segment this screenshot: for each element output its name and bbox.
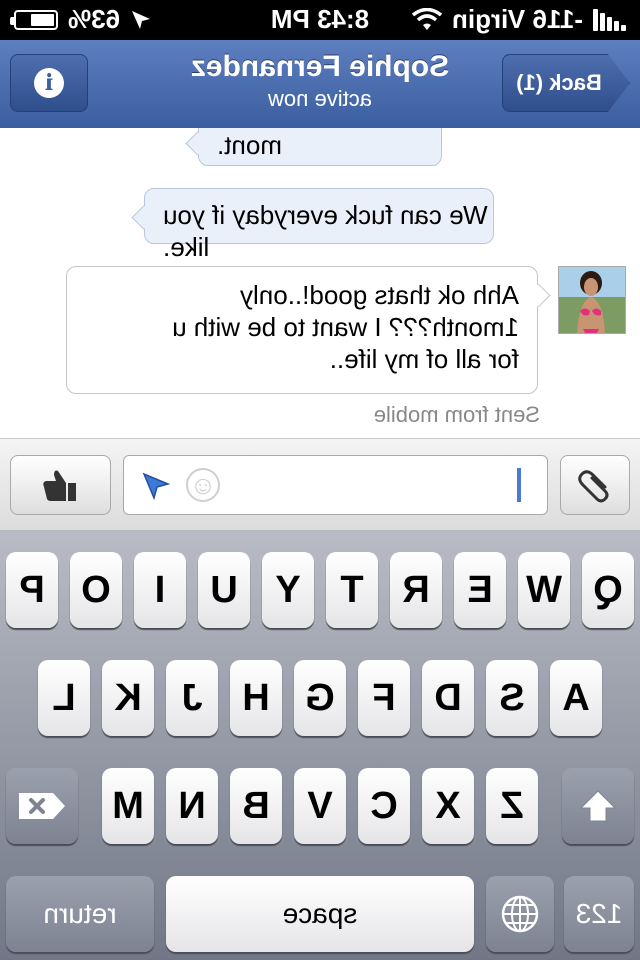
key-b[interactable]: B: [230, 768, 282, 844]
keyboard: QWERTYU IOP ASDFGHJKL ZXCVBNM 123 space r…: [0, 530, 640, 960]
message-input[interactable]: ☺: [123, 455, 548, 515]
location-arrow-icon[interactable]: [140, 470, 172, 502]
key-g[interactable]: G: [294, 660, 346, 736]
key-label: M: [112, 784, 144, 827]
key-label: J: [181, 676, 203, 719]
message-line: Ahh ok thats good!..only: [240, 280, 519, 310]
key-label: V: [307, 784, 333, 827]
key-label: P: [19, 568, 45, 611]
numbers-key-label: 123: [575, 898, 623, 929]
message-bubble-incoming: mont.: [198, 128, 442, 166]
key-r[interactable]: R: [390, 552, 442, 628]
key-label: N: [178, 784, 206, 827]
sent-from-label: Sent from mobile: [373, 402, 540, 427]
message-bubble-outgoing: Ahh ok thats good!..only 1month??? I wan…: [66, 266, 538, 394]
space-key[interactable]: space: [166, 876, 474, 952]
key-j[interactable]: J: [166, 660, 218, 736]
shift-key[interactable]: [562, 768, 634, 844]
globe-key[interactable]: [486, 876, 554, 952]
key-y[interactable]: Y: [262, 552, 314, 628]
battery-fill: [31, 13, 54, 26]
key-w[interactable]: W: [518, 552, 570, 628]
battery-percent: 63%: [68, 4, 121, 34]
key-n[interactable]: N: [166, 768, 218, 844]
avatar-photo: [559, 267, 625, 333]
message-line: for all of my life..: [329, 344, 519, 374]
screen: -116 Virgin 8:43 PM 63% Back (1) Sophie …: [0, 0, 640, 960]
key-m[interactable]: M: [102, 768, 154, 844]
key-label: C: [370, 784, 398, 827]
avatar[interactable]: [558, 266, 626, 334]
thumbs-up-icon: [43, 470, 77, 501]
smiley-icon[interactable]: ☺: [186, 468, 220, 502]
key-h[interactable]: H: [230, 660, 282, 736]
return-key[interactable]: return: [6, 876, 154, 952]
key-e[interactable]: E: [454, 552, 506, 628]
message-line: 1month??? I want to be with u: [172, 312, 519, 342]
key-u[interactable]: U: [198, 552, 250, 628]
key-label: I: [154, 568, 166, 611]
key-c[interactable]: C: [358, 768, 410, 844]
message-text: We can fuck everyday if you like.: [163, 200, 488, 262]
key-label: X: [435, 784, 461, 827]
key-label: H: [242, 676, 270, 719]
key-label: L: [52, 676, 76, 719]
message-list[interactable]: mont. We can fuck everyday if you like. …: [0, 128, 640, 438]
key-s[interactable]: S: [486, 660, 538, 736]
contact-status: active now: [268, 86, 372, 111]
key-i[interactable]: I: [134, 552, 186, 628]
key-t[interactable]: T: [326, 552, 378, 628]
key-label: B: [242, 784, 270, 827]
key-p[interactable]: P: [6, 552, 58, 628]
attach-button[interactable]: [560, 455, 630, 515]
return-key-label: return: [43, 898, 117, 929]
contact-name: Sophie Fernandez: [190, 50, 450, 83]
numbers-key[interactable]: 123: [564, 876, 634, 952]
key-label: Y: [275, 568, 301, 611]
conversation-header: Sophie Fernandez active now: [0, 50, 640, 112]
composer-bar: ☺: [0, 438, 640, 532]
status-right: 63%: [14, 4, 152, 35]
key-label: E: [467, 568, 493, 611]
status-bar: -116 Virgin 8:43 PM 63%: [0, 0, 640, 40]
key-label: O: [81, 568, 111, 611]
key-o[interactable]: O: [70, 552, 122, 628]
key-label: Z: [500, 784, 524, 827]
location-arrow-icon: [132, 10, 151, 29]
key-f[interactable]: F: [358, 660, 410, 736]
key-label: D: [434, 676, 462, 719]
delete-key[interactable]: [6, 768, 78, 844]
key-label: R: [402, 568, 430, 611]
like-button[interactable]: [10, 455, 111, 515]
message-bubble-incoming: We can fuck everyday if you like.: [144, 188, 494, 262]
key-label: W: [526, 568, 562, 611]
key-label: F: [372, 676, 396, 719]
space-key-label: space: [282, 898, 358, 929]
key-label: A: [562, 676, 590, 719]
key-q[interactable]: Q: [582, 552, 634, 628]
key-v[interactable]: V: [294, 768, 346, 844]
info-button[interactable]: i: [10, 54, 88, 112]
key-a[interactable]: A: [550, 660, 602, 736]
key-z[interactable]: Z: [486, 768, 538, 844]
key-l[interactable]: L: [38, 660, 90, 736]
key-label: K: [114, 676, 142, 719]
info-icon: i: [34, 68, 64, 98]
nav-bar: Back (1) Sophie Fernandez active now i: [0, 40, 640, 129]
text-caret: [517, 468, 521, 502]
delete-icon: [19, 793, 65, 819]
key-label: G: [305, 676, 335, 719]
key-label: S: [499, 676, 525, 719]
globe-icon: [501, 895, 539, 933]
key-label: T: [340, 568, 364, 611]
attachment-icon: [578, 470, 609, 503]
key-k[interactable]: K: [102, 660, 154, 736]
battery-icon: [14, 9, 58, 30]
key-x[interactable]: X: [422, 768, 474, 844]
shift-icon: [579, 790, 617, 822]
message-text: mont.: [217, 130, 283, 160]
key-d[interactable]: D: [422, 660, 474, 736]
key-label: Q: [593, 568, 623, 611]
key-label: U: [210, 568, 238, 611]
